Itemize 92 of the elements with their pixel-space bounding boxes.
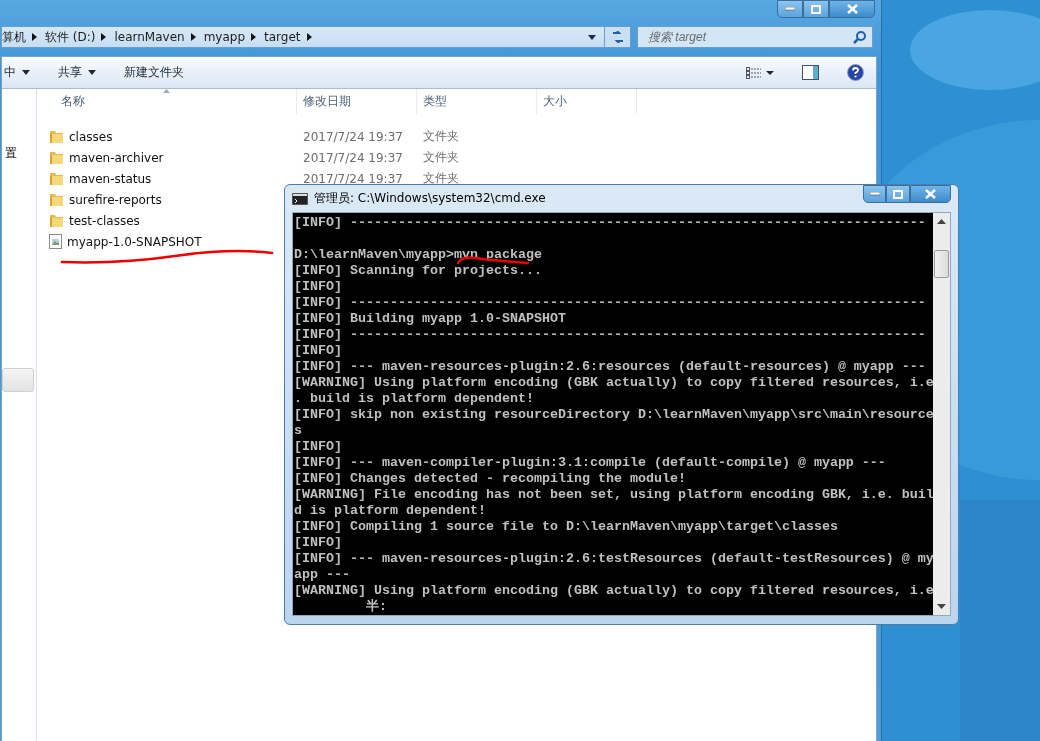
file-name[interactable]: test-classes	[49, 213, 140, 228]
file-type: 文件夹	[423, 128, 459, 145]
breadcrumb-arrow-icon	[190, 33, 196, 41]
column-header[interactable]: 修改日期	[297, 89, 417, 114]
console-line: D:\learnMaven\myapp>mvn package	[294, 247, 542, 263]
minimize-icon	[785, 7, 795, 11]
console-line: 半:	[364, 599, 387, 615]
breadcrumb-arrow-icon	[101, 33, 107, 41]
dropdown-caret-icon	[588, 34, 596, 40]
console-line: [WARNING] File encoding has not been set, using platform encoding GBK, i.e. buil	[294, 487, 933, 503]
folder-icon	[49, 213, 64, 228]
column-header[interactable]: 类型	[417, 89, 537, 114]
scroll-up-icon[interactable]	[937, 219, 946, 224]
breadcrumb-item[interactable]: learnMaven	[114, 30, 191, 44]
scroll-down-icon[interactable]	[937, 604, 946, 609]
column-header[interactable]: 名称	[37, 89, 297, 114]
preview-pane-icon[interactable]	[802, 65, 819, 80]
modified-date: 2017/7/24 19:37	[303, 171, 403, 186]
console-line: [INFO] Compiling 1 source file to D:\learnMaven\myapp\target\classes	[294, 519, 838, 535]
scrollbar[interactable]	[933, 213, 950, 615]
nav-pane-bar	[2, 368, 34, 392]
column-header[interactable]: 大小	[537, 89, 637, 114]
file-name[interactable]: classes	[49, 129, 113, 144]
console-line: s	[294, 423, 302, 439]
console-line: [INFO] ------------------------------------------------------------------------	[294, 295, 926, 311]
breadcrumb-item[interactable]: 软件 (D:)	[45, 28, 102, 46]
file-type: 文件夹	[423, 170, 459, 187]
minimize-button[interactable]	[777, 0, 803, 18]
dropdown-caret-icon	[88, 70, 96, 75]
file-name[interactable]: maven-archiver	[49, 150, 164, 165]
search-field[interactable]: 搜索 target	[637, 26, 873, 48]
minimize-icon	[869, 192, 880, 196]
console-line: d is platform dependent!	[294, 503, 486, 519]
dropdown-caret-icon	[22, 70, 30, 75]
console-line: [INFO] Scanning for projects...	[294, 263, 542, 279]
help-icon[interactable]	[847, 64, 864, 81]
console-line: [WARNING] Using platform encoding (GBK actually) to copy filtered resources, i.e	[294, 375, 933, 391]
nav-pane-item[interactable]: 置	[5, 145, 17, 162]
modified-date: 2017/7/24 19:37	[303, 129, 403, 144]
scrollbar-thumb[interactable]	[934, 250, 949, 278]
file-name[interactable]: maven-status	[49, 171, 152, 186]
breadcrumb-item[interactable]: 算机	[2, 28, 32, 46]
folder-icon	[49, 171, 64, 186]
console-line: [INFO]	[294, 535, 342, 551]
console-line: [INFO] ------------------------------------------------------------------------	[294, 215, 926, 231]
image-file-icon	[49, 234, 62, 249]
console-line: [INFO] skip non existing resourceDirectory D:\learnMaven\myapp\src\main\resource	[294, 407, 933, 423]
console-line: app ---	[294, 567, 350, 583]
console-line: [INFO] Changes detected - recompiling the module!	[294, 471, 686, 487]
search-input[interactable]: 搜索 target	[646, 29, 853, 45]
console-line: [INFO] ------------------------------------------------------------------------	[294, 327, 926, 343]
file-type: 文件夹	[423, 149, 459, 166]
minimize-button[interactable]	[862, 185, 887, 203]
toolbar-button[interactable]: 中	[4, 64, 30, 81]
breadcrumb-arrow-icon	[251, 33, 257, 41]
file-name[interactable]: surefire-reports	[49, 192, 162, 207]
modified-date: 2017/7/24 19:37	[303, 150, 403, 165]
console-line: [INFO] --- maven-resources-plugin:2.6:testResources (default-testResources) @ my	[294, 551, 933, 567]
close-icon	[846, 4, 858, 14]
close-button[interactable]	[829, 0, 875, 18]
folder-icon	[49, 192, 64, 207]
breadcrumb-item[interactable]: myapp	[203, 30, 252, 44]
console-line: [INFO] --- maven-resources-plugin:2.6:resources (default-resources) @ myapp ---	[294, 359, 926, 375]
breadcrumb-item[interactable]: target	[264, 30, 307, 44]
console-line: [WARNING] Using platform encoding (GBK actually) to copy filtered resources, i.e	[294, 583, 933, 599]
console-line: [INFO]	[294, 343, 342, 359]
maximize-icon	[892, 189, 903, 199]
file-name[interactable]: myapp-1.0-SNAPSHOT	[49, 234, 202, 249]
close-icon	[924, 189, 936, 199]
folder-icon	[49, 129, 64, 144]
refresh-button[interactable]	[605, 26, 631, 48]
view-options-icon[interactable]	[746, 66, 774, 79]
breadcrumb-arrow-icon	[32, 33, 37, 41]
toolbar-button[interactable]: 新建文件夹	[124, 64, 184, 81]
window-title: 管理员: C:\Windows\system32\cmd.exe	[314, 190, 547, 207]
search-icon	[853, 30, 866, 44]
console-line: [INFO]	[294, 439, 342, 455]
sort-arrow-icon	[163, 89, 170, 93]
console-line: . build is platform dependent!	[294, 391, 534, 407]
maximize-icon	[811, 4, 821, 14]
folder-icon	[49, 150, 64, 165]
console-line: [INFO]	[294, 279, 342, 295]
close-button[interactable]	[909, 185, 951, 203]
toolbar-button[interactable]: 共享	[58, 64, 96, 81]
console-line: [INFO] Building myapp 1.0-SNAPSHOT	[294, 311, 566, 327]
maximize-button[interactable]	[886, 185, 910, 203]
breadcrumb-arrow-icon	[306, 33, 312, 41]
maximize-button[interactable]	[803, 0, 829, 18]
console-line: [INFO] --- maven-compiler-plugin:3.1:compile (default-compile) @ myapp ---	[294, 455, 886, 471]
refresh-icon	[610, 31, 625, 43]
address-bar[interactable]: 算机 软件 (D:) learnMaven myapp target	[1, 26, 605, 48]
console-icon	[292, 192, 308, 205]
